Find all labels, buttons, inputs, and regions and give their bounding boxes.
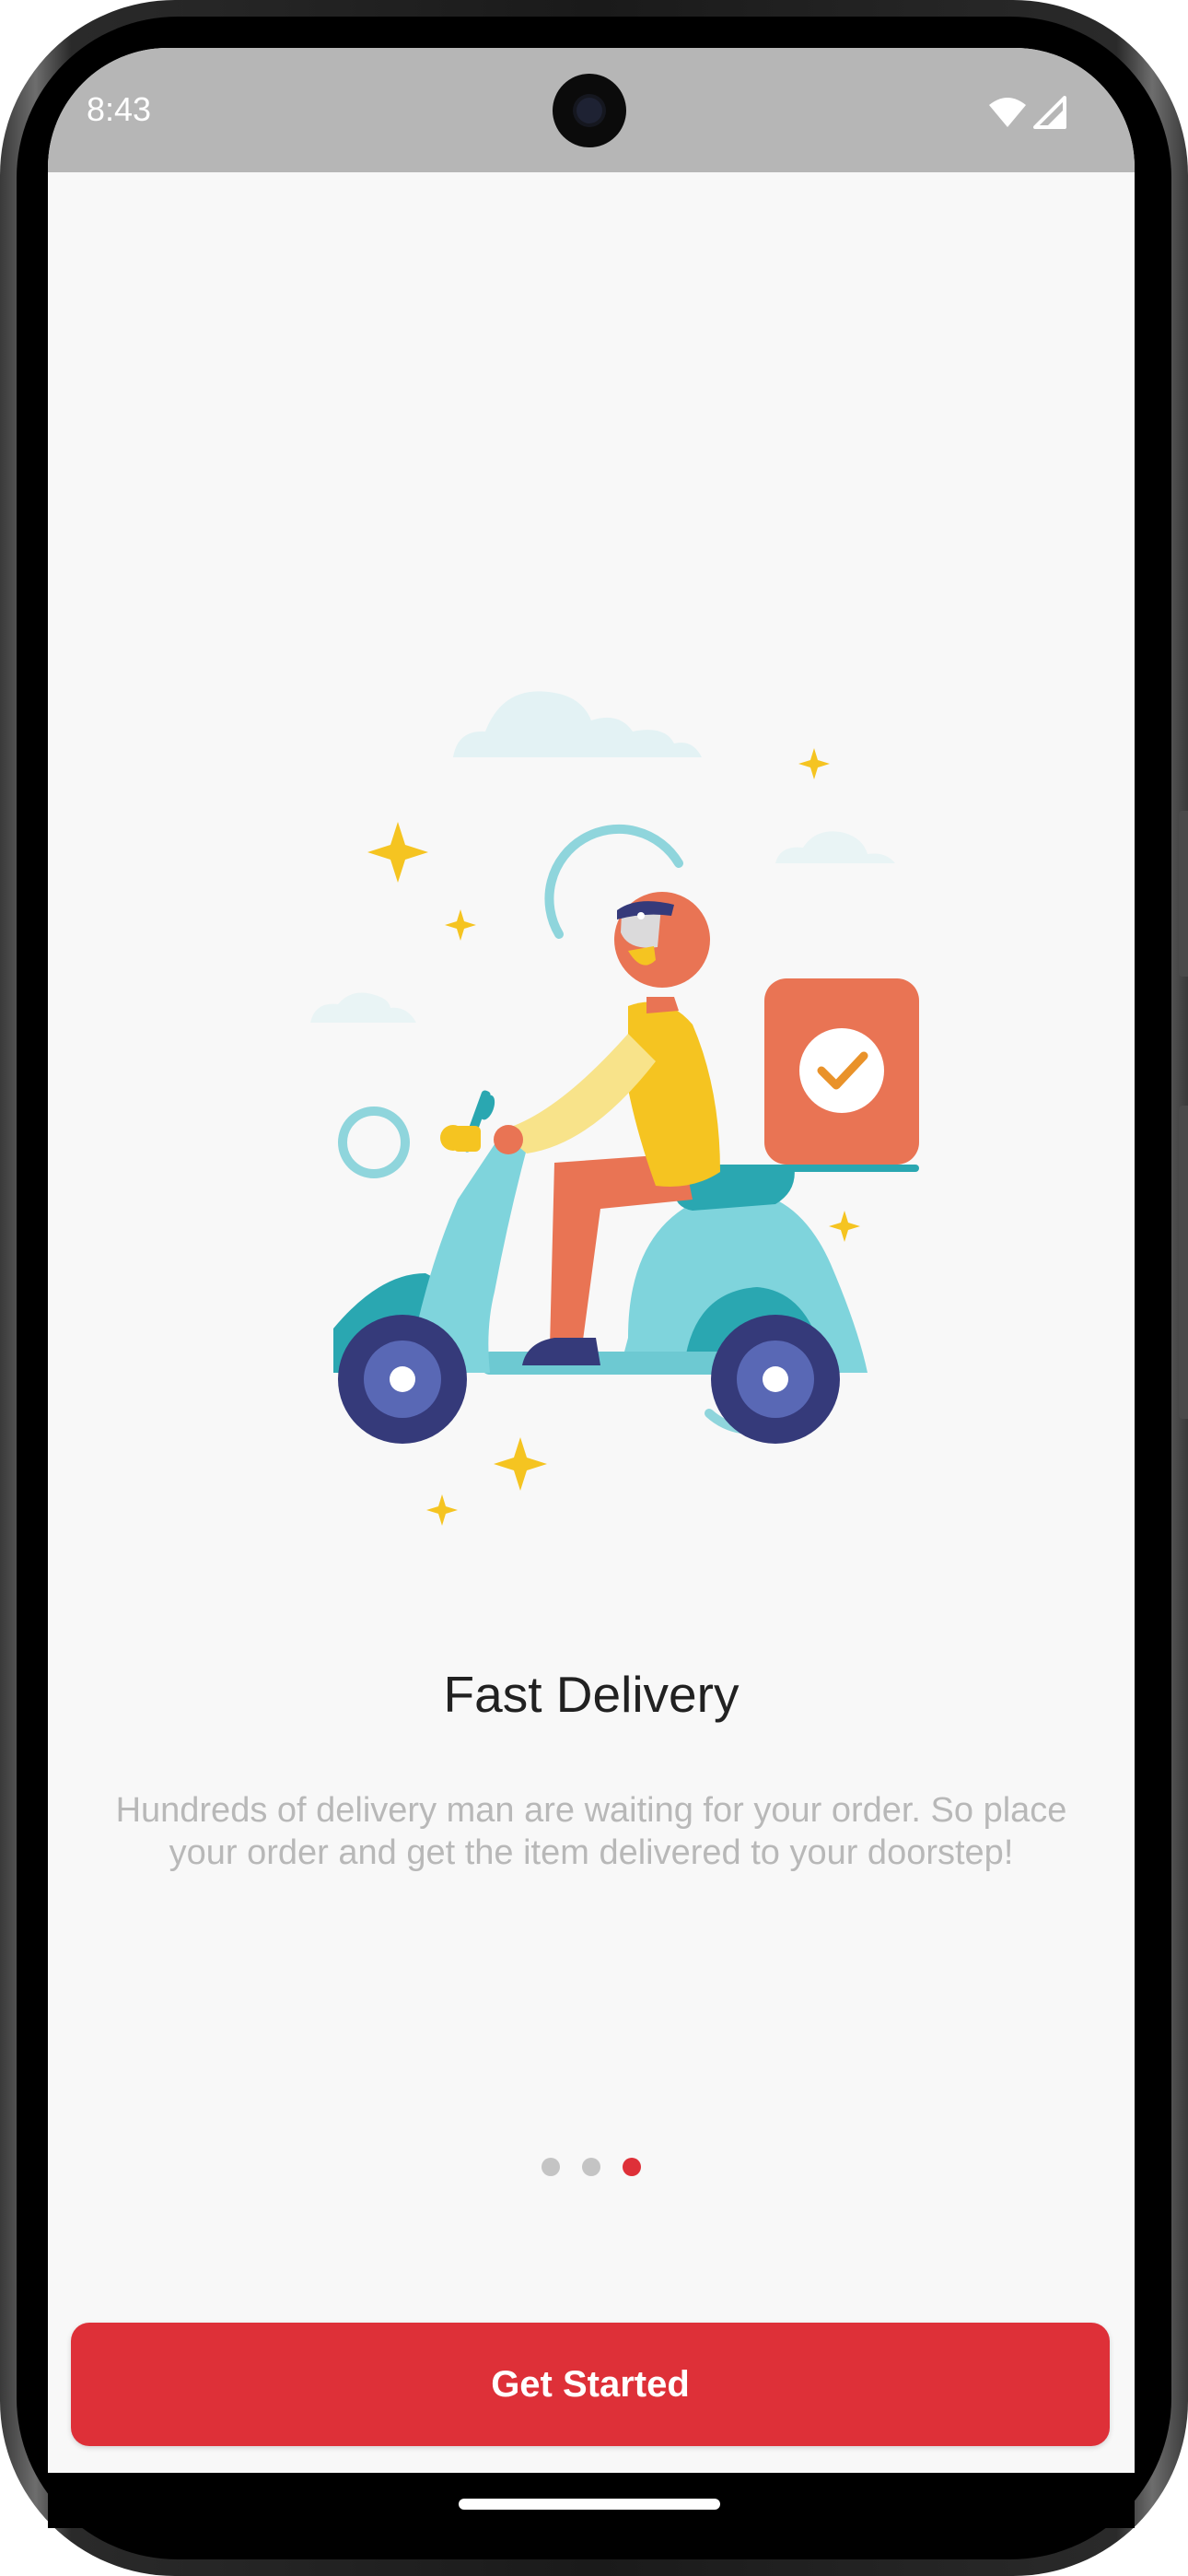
page-dot-2[interactable] xyxy=(582,2158,600,2176)
page-dot-1[interactable] xyxy=(542,2158,560,2176)
home-indicator[interactable] xyxy=(459,2499,720,2510)
status-icons xyxy=(987,94,1070,131)
front-camera xyxy=(553,74,626,147)
volume-button xyxy=(1179,811,1188,977)
status-bar: 8:43 xyxy=(48,48,1135,172)
page-indicator xyxy=(48,2158,1135,2180)
app-screen: 8:43 Fast Delivery Hundreds of delivery … xyxy=(48,48,1135,2473)
cellular-signal-icon xyxy=(1033,96,1066,129)
onboarding-description: Hundreds of delivery man are waiting for… xyxy=(115,1791,1067,1872)
page-dot-3-active[interactable] xyxy=(623,2158,641,2176)
get-started-button[interactable]: Get Started xyxy=(71,2323,1110,2446)
onboarding-title: Fast Delivery xyxy=(443,1666,740,1723)
delivery-scooter-illustration xyxy=(310,691,919,1526)
wifi-icon xyxy=(989,98,1026,127)
status-time: 8:43 xyxy=(87,90,152,128)
navigation-bar xyxy=(48,2473,1135,2528)
phone-frame: 8:43 Fast Delivery Hundreds of delivery … xyxy=(0,0,1188,2576)
power-button xyxy=(1179,1106,1188,1419)
